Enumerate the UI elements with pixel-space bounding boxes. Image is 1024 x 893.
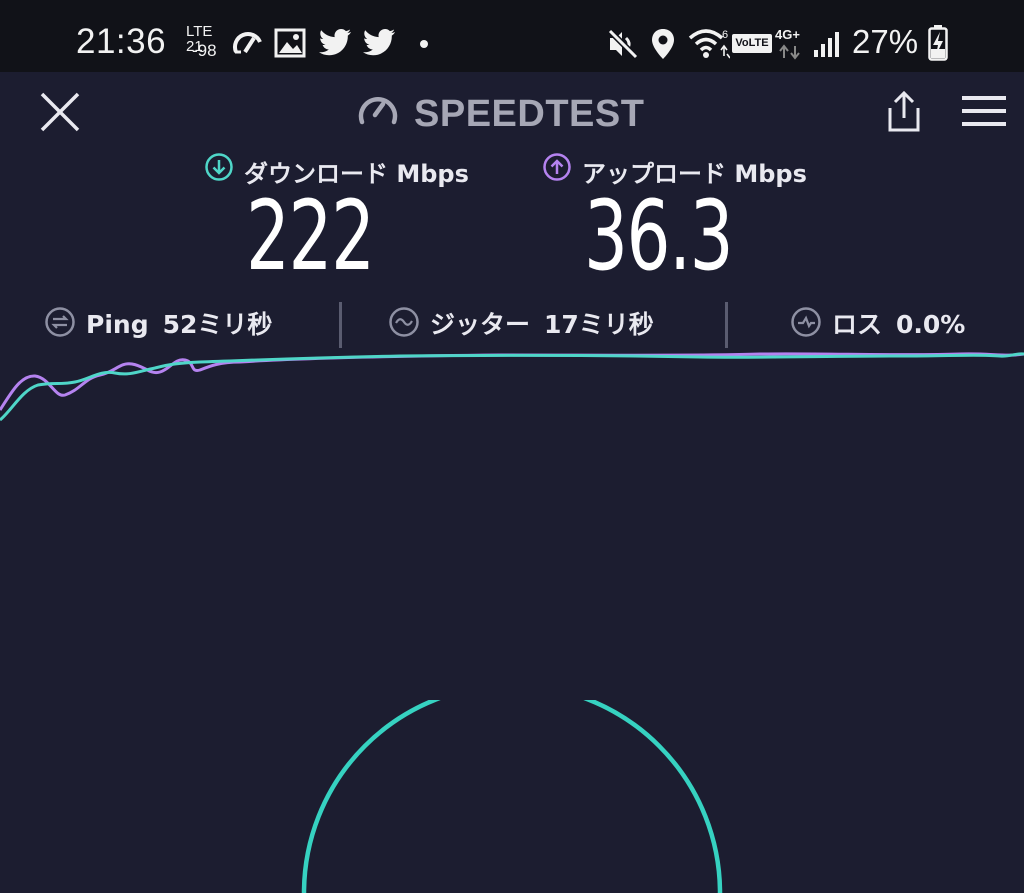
upload-value: 36.3 — [584, 180, 734, 292]
mute-icon — [607, 28, 639, 60]
ping-value: 52ミリ秒 — [162, 310, 273, 339]
download-arrow-icon — [205, 153, 233, 181]
upload-arrow-icon — [543, 153, 571, 181]
jitter-label: ジッター — [430, 310, 531, 339]
svg-text:6: 6 — [722, 29, 728, 41]
lte-signal-value: -98 — [192, 41, 217, 60]
twitter-icon — [363, 29, 395, 56]
battery-percent: 27% — [852, 23, 919, 60]
loss-label: ロス — [832, 310, 883, 339]
lte-signal-indicator: LTE 21 -98 — [186, 24, 230, 64]
speed-graph — [0, 352, 1024, 422]
speedtest-icon — [233, 32, 262, 54]
ping-icon — [45, 307, 75, 337]
volte-icon: VoLTE — [732, 34, 772, 53]
menu-icon[interactable] — [960, 94, 1008, 128]
ping-stat: Ping 52ミリ秒 — [86, 305, 272, 339]
upload-speed-line — [0, 352, 1024, 411]
download-speed-line — [0, 352, 1024, 422]
twitter-icon — [319, 29, 351, 56]
battery-charging-icon — [928, 25, 948, 61]
download-value: 222 — [246, 180, 375, 292]
app-title: SPEEDTEST — [414, 93, 645, 135]
gallery-icon — [274, 28, 306, 58]
loss-stat: ロス 0.0% — [832, 305, 965, 339]
status-bar: 21:36 LTE 21 -98 6 VoLTE 4G+ 27% — [0, 0, 1024, 72]
packet-loss-icon — [791, 307, 821, 337]
jitter-value: 17ミリ秒 — [544, 310, 654, 339]
network-arrows-icon — [779, 44, 800, 60]
location-icon — [652, 29, 674, 59]
gauge-logo-icon — [358, 97, 398, 125]
jitter-stat: ジッター 17ミリ秒 — [430, 305, 654, 339]
notification-dot-icon — [420, 40, 428, 48]
jitter-icon — [389, 307, 419, 337]
status-time: 21:36 — [76, 22, 167, 61]
ping-label: Ping — [86, 310, 149, 339]
close-icon[interactable] — [38, 90, 82, 134]
cell-signal-icon — [814, 32, 839, 57]
share-icon[interactable] — [882, 90, 926, 134]
wifi-icon: 6 — [688, 29, 730, 59]
speed-gauge-arc — [301, 700, 723, 893]
network-4g-icon: 4G+ — [775, 27, 800, 42]
loss-value: 0.0% — [896, 310, 966, 339]
